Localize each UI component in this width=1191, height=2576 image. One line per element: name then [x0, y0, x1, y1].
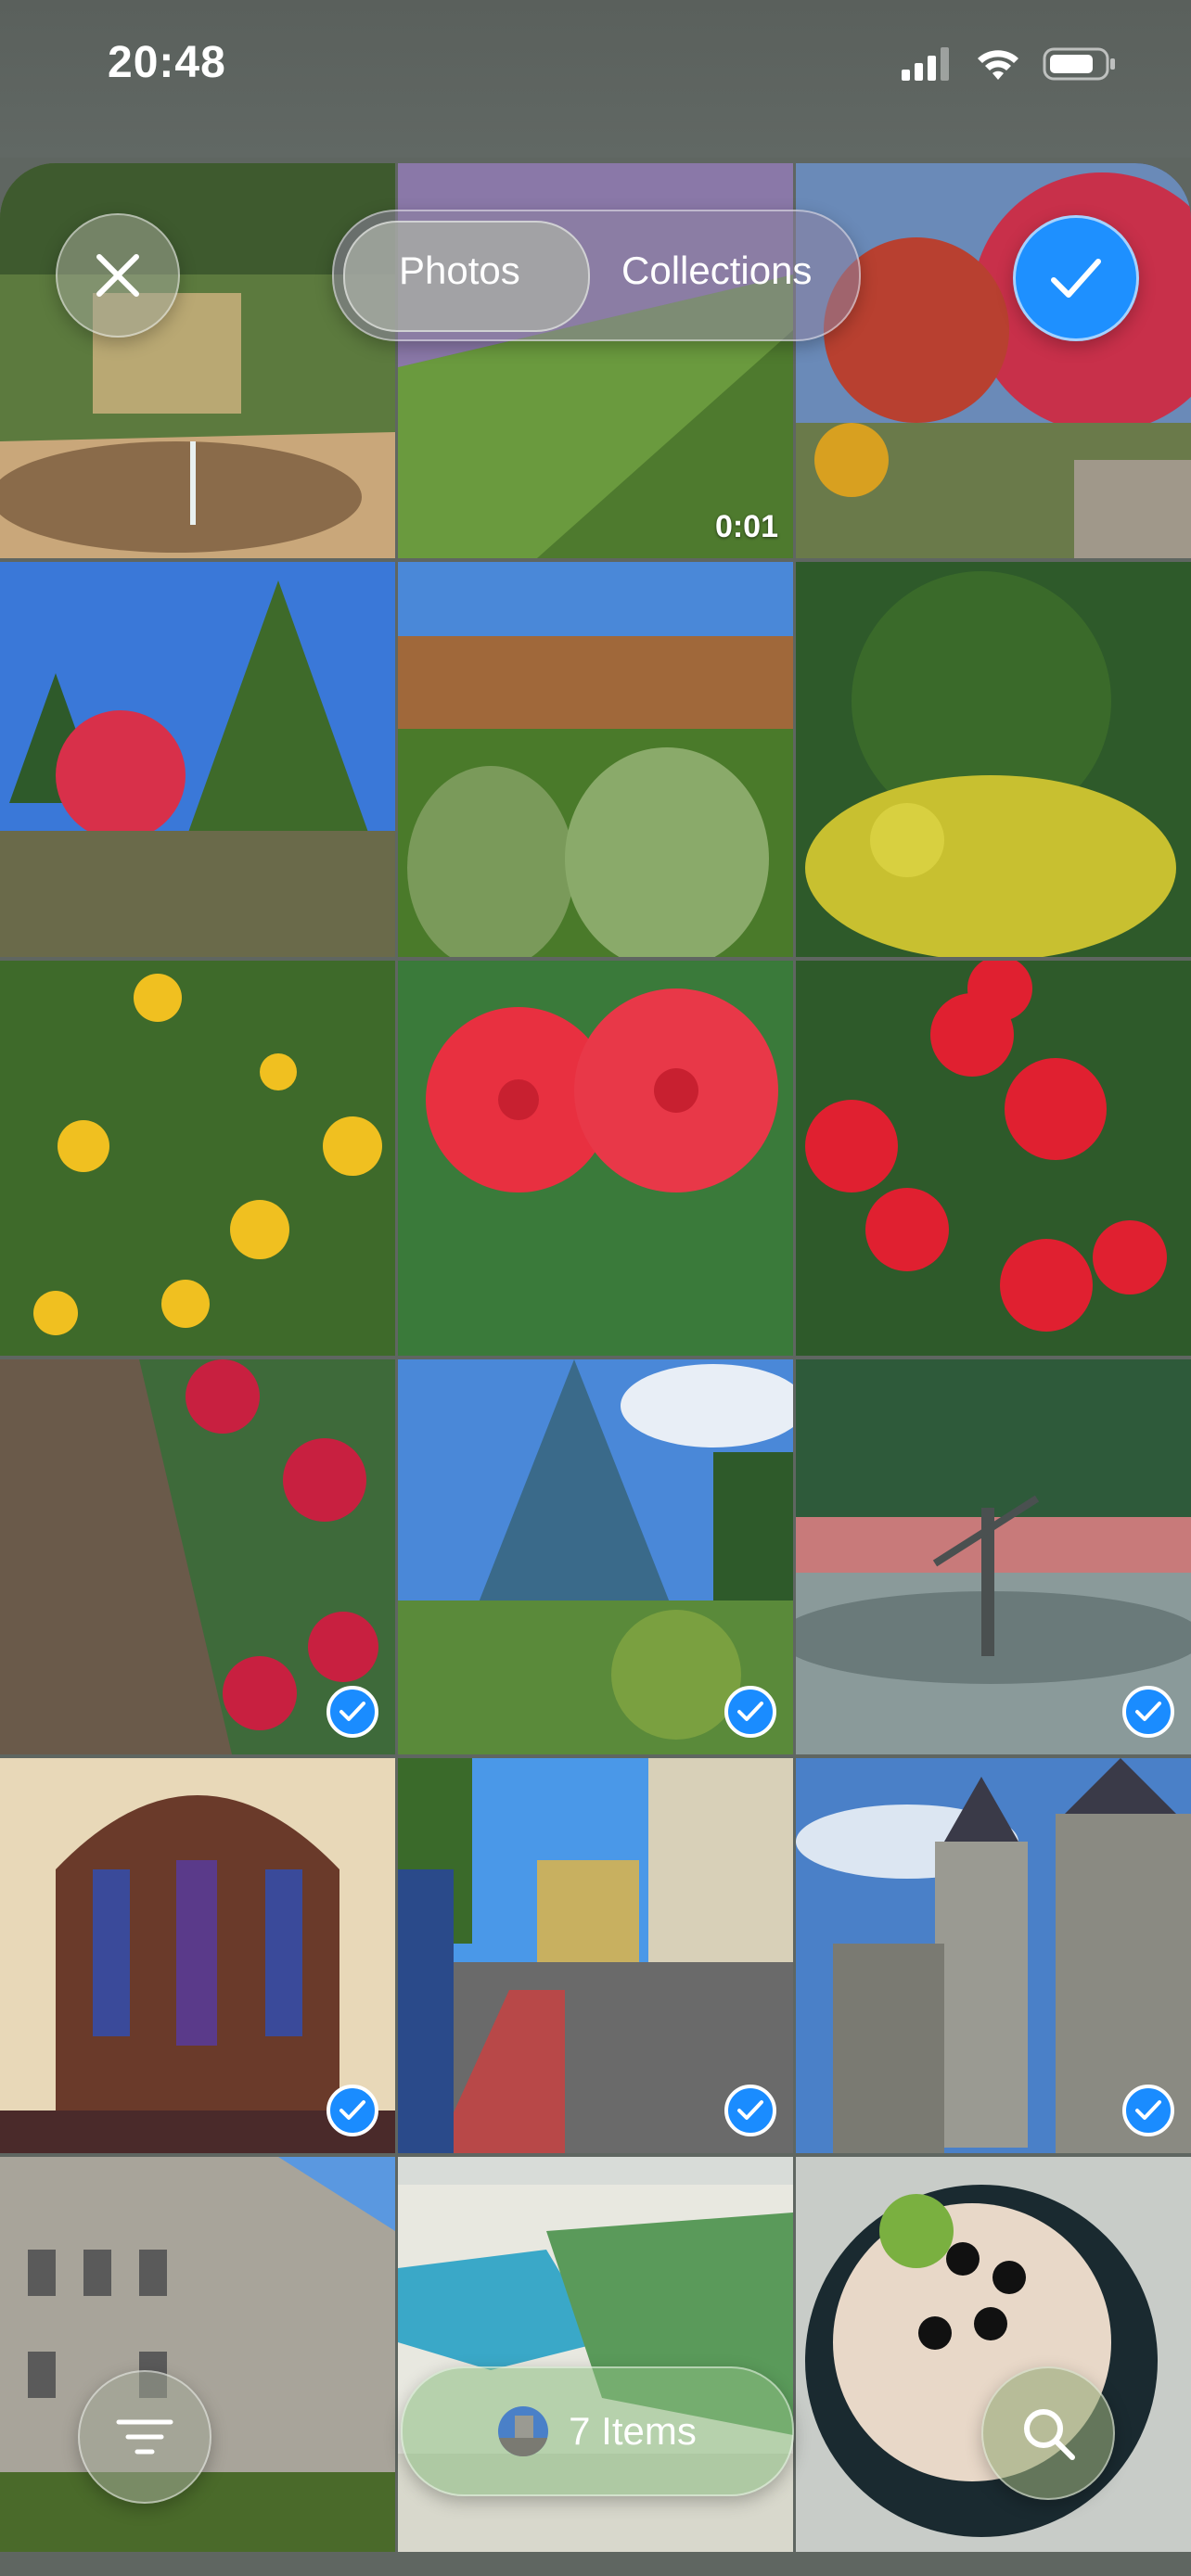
selected-thumbnail-avatar — [498, 2406, 549, 2456]
selection-check-icon — [1122, 2085, 1174, 2136]
photo-image — [796, 2157, 1191, 2552]
selection-check-icon — [327, 2085, 378, 2136]
photo-thumb-red-maple-rockery[interactable] — [796, 163, 1191, 558]
selection-check-icon — [724, 2085, 776, 2136]
close-button[interactable] — [56, 213, 180, 338]
wifi-icon — [978, 50, 1018, 80]
photo-image — [0, 2157, 395, 2552]
selection-check-icon — [327, 1686, 378, 1738]
photo-thumb-conifer-red-shrub[interactable] — [0, 562, 395, 957]
photo-image — [0, 961, 395, 1356]
selection-check-icon — [724, 1686, 776, 1738]
photos-collections-toggle[interactable]: Photos Collections — [332, 210, 861, 341]
cellular-signal-icon — [902, 47, 949, 81]
photo-image — [0, 562, 395, 957]
battery-icon — [1043, 47, 1115, 81]
video-duration: 0:01 — [714, 509, 778, 544]
photo-image — [796, 562, 1191, 957]
done-button[interactable] — [1013, 215, 1139, 341]
filter-button[interactable] — [78, 2370, 211, 2504]
photo-thumb-church-interior[interactable] — [0, 1758, 395, 2153]
photo-thumb-red-dahlias-closeup[interactable] — [398, 961, 793, 1356]
photo-thumb-yellow-shrubs[interactable] — [796, 562, 1191, 957]
photo-thumb-garden-fountain[interactable] — [0, 163, 395, 558]
photo-image — [398, 562, 793, 957]
magnifier-icon — [1024, 2409, 1075, 2460]
photo-thumb-castle-tower[interactable] — [796, 1758, 1191, 2153]
photo-thumb-red-dahlias-bed[interactable] — [796, 961, 1191, 1356]
xmark-icon — [96, 254, 139, 297]
selected-items-count: 7 Items — [569, 2409, 697, 2453]
segment-photos[interactable]: Photos — [399, 249, 520, 293]
status-icons — [902, 46, 1117, 82]
photo-image — [796, 163, 1191, 558]
photo-thumb-yellow-dahlias[interactable] — [0, 961, 395, 1356]
photo-image — [398, 961, 793, 1356]
photo-thumb-ballerina-fountain[interactable] — [796, 1359, 1191, 1754]
photo-thumb-dwarf-pines[interactable] — [398, 562, 793, 957]
photo-thumb-red-white-dahlias[interactable] — [0, 1359, 395, 1754]
checkmark-icon — [1051, 259, 1101, 298]
photo-thumb-tram-street[interactable] — [398, 1758, 793, 2153]
status-time: 20:48 — [108, 38, 226, 87]
segment-collections[interactable]: Collections — [621, 249, 812, 293]
status-bar: 20:48 — [0, 0, 1191, 158]
selection-check-icon — [1122, 1686, 1174, 1738]
selected-items-pill[interactable]: 7 Items — [401, 2366, 794, 2496]
photo-thumb-castle-facade[interactable] — [0, 2157, 395, 2552]
search-button[interactable] — [981, 2366, 1115, 2500]
photo-image — [0, 163, 395, 558]
photo-thumb-salad-bowl[interactable] — [796, 2157, 1191, 2552]
filter-lines-icon — [116, 2419, 173, 2455]
photo-image — [796, 961, 1191, 1356]
photo-grid[interactable]: 0:01 — [0, 163, 1191, 2552]
photo-thumb-blue-spruce[interactable] — [398, 1359, 793, 1754]
